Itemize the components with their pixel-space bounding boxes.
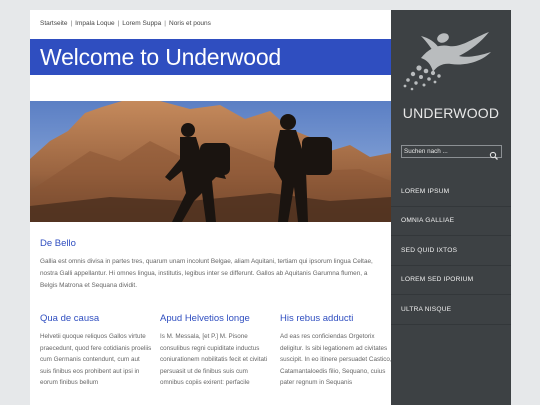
breadcrumb-item-impala[interactable]: Impala Loque <box>75 20 114 27</box>
page-title: Welcome to Underwood <box>40 44 282 70</box>
logo-text: UNDERWOOD <box>402 105 500 121</box>
breadcrumb-separator: | <box>164 20 166 27</box>
main-content: Startseite | Impala Loque | Lorem Suppa | Nori… <box>30 10 392 405</box>
sidebar-nav: LOREM IPSUM OMNIA GALLIAE SED QUID IXTOS… <box>391 177 511 325</box>
logo-figure-icon <box>403 32 491 91</box>
sidebar-item-lorem-ipsum[interactable]: LOREM IPSUM <box>391 177 511 207</box>
sidebar-item-ultra-nisque[interactable]: ULTRA NISQUE <box>391 295 511 325</box>
sidebar: UNDERWOOD LOREM IPSUM OMNIA GALLIAE SED … <box>391 10 511 405</box>
search-input[interactable] <box>402 146 488 157</box>
search-icon[interactable] <box>489 147 499 160</box>
sidebar-item-lorem-sed-iporium[interactable]: LOREM SED IPORIUM <box>391 266 511 295</box>
breadcrumb-item-lorem[interactable]: Lorem Suppa <box>122 20 161 27</box>
column-heading: Qua de causa <box>40 313 100 324</box>
column-heading: Apud Helvetios longe <box>160 313 250 324</box>
column-text: Ad eas res conficiendas Orgetorix deligi… <box>280 333 392 387</box>
breadcrumb-separator: | <box>70 20 73 27</box>
column-1: Qua de causa Helvetii quoque reliquos Ga… <box>40 313 152 389</box>
hero-photo-hikers <box>30 101 391 222</box>
breadcrumb-item-noris[interactable]: Noris et pouns <box>169 20 211 27</box>
title-banner: Welcome to Underwood <box>30 39 391 75</box>
column-text: Helvetii quoque reliquos Gallos virtute … <box>40 333 152 387</box>
column-heading: His rebus adducti <box>280 313 354 324</box>
column-3: His rebus adducti Ad eas res conficienda… <box>280 313 392 389</box>
breadcrumb-item-home[interactable]: Startseite <box>40 20 67 27</box>
hero-image <box>30 101 391 222</box>
page-container: Startseite | Impala Loque | Lorem Suppa | Nori… <box>30 10 511 405</box>
column-text: Is M. Messala, [et P.] M. Pisone consuli… <box>160 333 268 387</box>
breadcrumb-separator: | <box>117 20 120 27</box>
intro-text: Gallia est omnis divisa in partes tres, … <box>40 258 373 289</box>
intro-heading: De Bello <box>40 238 76 249</box>
sidebar-item-sed-quid-ixtos[interactable]: SED QUID IXTOS <box>391 236 511 266</box>
column-2: Apud Helvetios longe Is M. Messala, [et … <box>160 313 272 389</box>
breadcrumb: Startseite | Impala Loque | Lorem Suppa | Nori… <box>40 20 211 27</box>
sidebar-item-omnia-galliae[interactable]: OMNIA GALLIAE <box>391 207 511 236</box>
search-box <box>401 145 502 160</box>
